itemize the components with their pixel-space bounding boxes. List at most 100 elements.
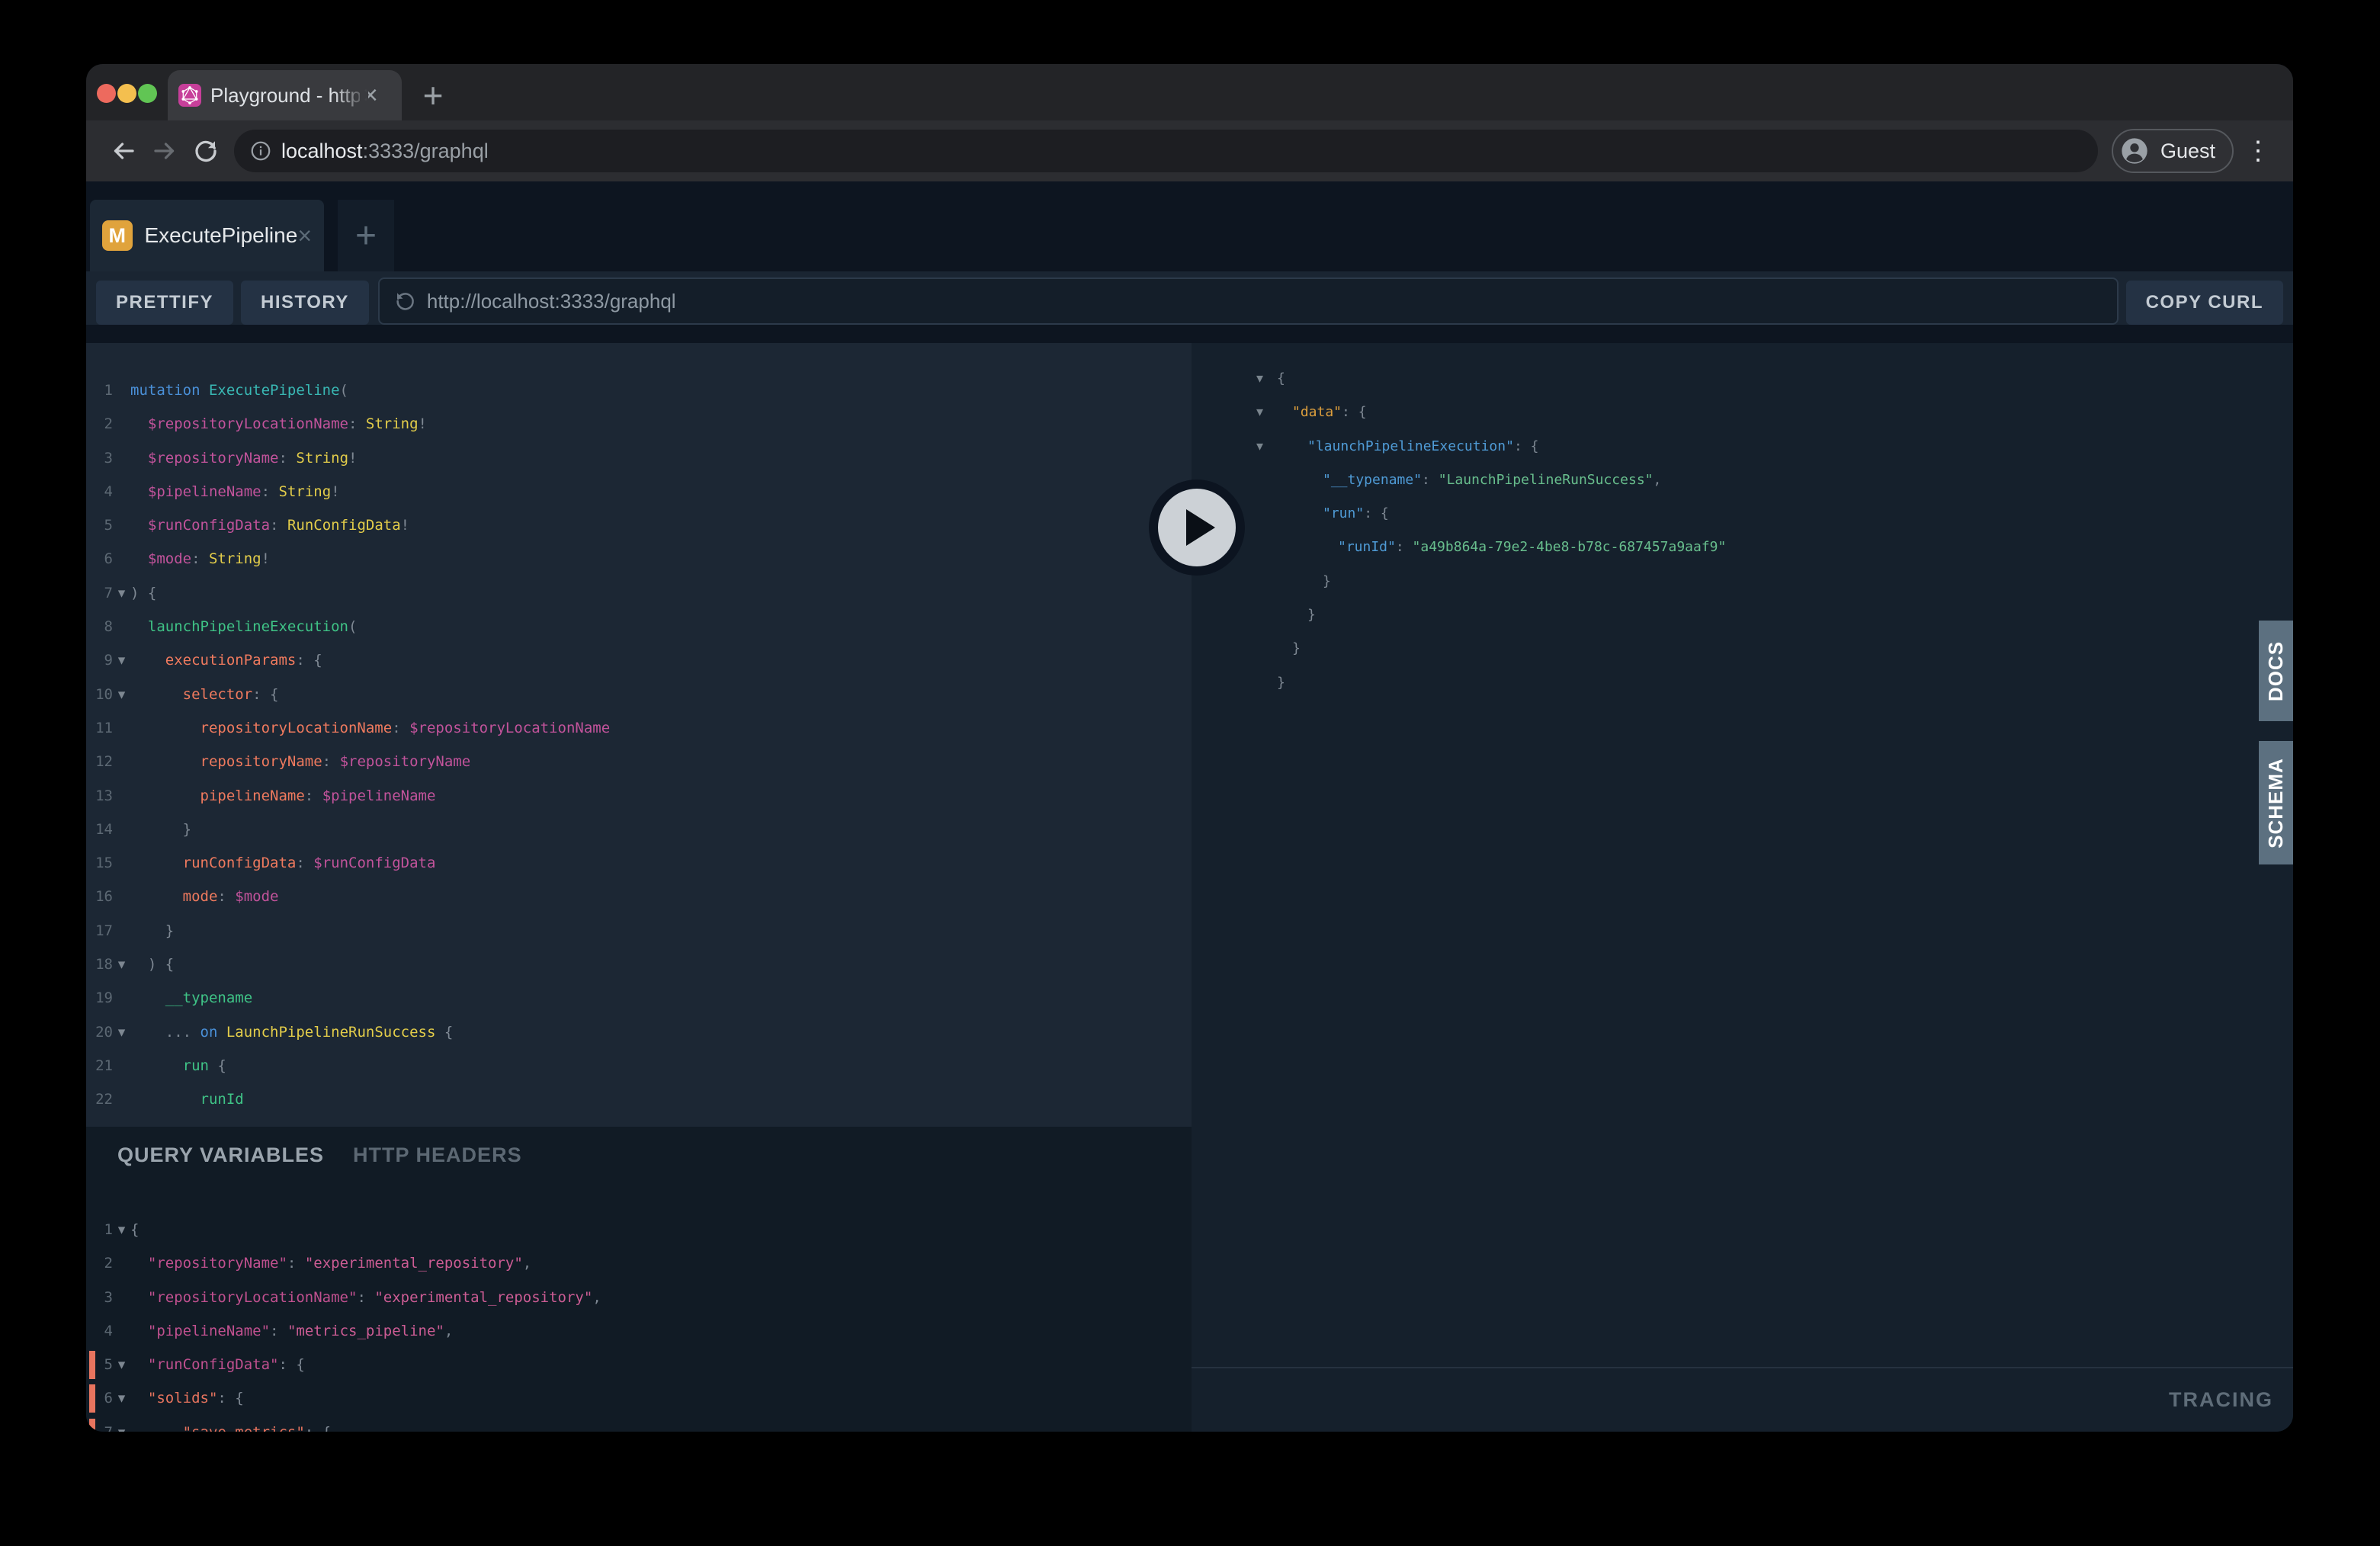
mutation-badge: M xyxy=(102,220,133,251)
query-code-line[interactable]: 20▾ ... on LaunchPipelineRunSuccess { xyxy=(86,1015,1192,1049)
code-token: ExecutePipeline xyxy=(209,382,340,399)
query-code-line[interactable]: 21 run { xyxy=(86,1049,1192,1083)
query-code-line[interactable]: 19 __typename xyxy=(86,981,1192,1015)
query-code-line[interactable]: 9▾ executionParams: { xyxy=(86,643,1192,677)
variables-code-line[interactable]: 6▾ "solids": { xyxy=(86,1381,1192,1415)
code-token: selector xyxy=(183,686,253,703)
code-line-text: ) { xyxy=(130,576,156,610)
browser-menu-icon[interactable]: ⋮ xyxy=(2240,136,2276,166)
response-json-row[interactable]: } xyxy=(1192,598,2293,632)
browser-tab[interactable]: Playground - http://localhost:3 × xyxy=(168,70,402,120)
variables-code-line[interactable]: 4 "pipelineName": "metrics_pipeline", xyxy=(86,1314,1192,1348)
browser-new-tab-button[interactable]: + xyxy=(409,73,457,117)
response-json-row[interactable]: "runId": "a49b864a-79e2-4be8-b78c-687457… xyxy=(1192,531,2293,564)
playground-tab-close-icon[interactable]: × xyxy=(297,222,312,250)
response-json-row[interactable]: ▾"launchPipelineExecution": { xyxy=(1192,430,2293,463)
profile-button[interactable]: Guest xyxy=(2112,129,2234,173)
query-variables-panel[interactable]: QUERY VARIABLES HTTP HEADERS 1▾{2 "repos… xyxy=(86,1127,1192,1432)
variables-code-line[interactable]: 1▾{ xyxy=(86,1213,1192,1246)
response-json-row[interactable]: "run": { xyxy=(1192,497,2293,531)
fold-arrow-icon[interactable]: ▾ xyxy=(113,576,130,610)
response-json-row[interactable]: } xyxy=(1192,632,2293,666)
variables-code-line[interactable]: 3 "repositoryLocationName": "experimenta… xyxy=(86,1281,1192,1314)
variables-code-line[interactable]: 7▾ "save_metrics": { xyxy=(86,1416,1192,1432)
query-code-line[interactable]: 13 pipelineName: $pipelineName xyxy=(86,779,1192,813)
schema-tab[interactable]: SCHEMA xyxy=(2259,741,2293,864)
query-code-line[interactable]: 16 mode: $mode xyxy=(86,880,1192,913)
code-token: "LaunchPipelineRunSuccess" xyxy=(1439,472,1653,488)
code-token: : { xyxy=(296,652,322,669)
query-code-line[interactable]: 10▾ selector: { xyxy=(86,678,1192,711)
error-marker xyxy=(89,1351,95,1379)
reload-icon[interactable] xyxy=(185,130,226,172)
variables-code-line[interactable]: 2 "repositoryName": "experimental_reposi… xyxy=(86,1246,1192,1280)
response-json-row[interactable]: } xyxy=(1192,565,2293,598)
query-code-line[interactable]: 2 $repositoryLocationName: String! xyxy=(86,407,1192,441)
response-json-row[interactable]: } xyxy=(1192,666,2293,700)
fold-arrow-icon[interactable]: ▾ xyxy=(113,1416,130,1432)
code-line-text: pipelineName: $pipelineName xyxy=(130,779,435,813)
playground-tab-executepipeline[interactable]: M ExecutePipeline × xyxy=(90,200,324,271)
window-minimize-button[interactable] xyxy=(117,84,136,103)
back-icon[interactable] xyxy=(103,130,144,172)
query-code-line[interactable]: 4 $pipelineName: String! xyxy=(86,475,1192,508)
fold-arrow-icon[interactable]: ▾ xyxy=(113,1348,130,1381)
tab-query-variables[interactable]: QUERY VARIABLES xyxy=(117,1143,324,1167)
response-panel[interactable]: ▾{▾"data": {▾"launchPipelineExecution": … xyxy=(1192,343,2293,1432)
response-json-row[interactable]: ▾"data": { xyxy=(1192,396,2293,429)
query-editor[interactable]: 1mutation ExecutePipeline(2 $repositoryL… xyxy=(86,343,1192,1127)
query-code-line[interactable]: 18▾ ) { xyxy=(86,948,1192,981)
fold-arrow-icon[interactable]: ▾ xyxy=(113,1381,130,1415)
query-code-line[interactable]: 14 } xyxy=(86,813,1192,846)
fold-arrow-icon[interactable]: ▾ xyxy=(113,643,130,677)
endpoint-input[interactable]: http://localhost:3333/graphql xyxy=(378,277,2119,325)
query-code-line[interactable]: 1mutation ExecutePipeline( xyxy=(86,374,1192,407)
response-json-row[interactable]: ▾{ xyxy=(1192,362,2293,396)
query-code-line[interactable]: 12 repositoryName: $repositoryName xyxy=(86,745,1192,778)
query-code-line[interactable]: 22 runId xyxy=(86,1083,1192,1116)
forward-icon[interactable] xyxy=(144,130,185,172)
response-json-row[interactable]: "__typename": "LaunchPipelineRunSuccess"… xyxy=(1192,463,2293,497)
query-code-line[interactable]: 7▾) { xyxy=(86,576,1192,610)
variables-code-line[interactable]: 5▾ "runConfigData": { xyxy=(86,1348,1192,1381)
code-token: mode xyxy=(183,888,218,905)
docs-tab[interactable]: DOCS xyxy=(2259,621,2293,721)
execute-button[interactable] xyxy=(1149,480,1245,576)
fold-arrow-icon[interactable]: ▾ xyxy=(113,1213,130,1246)
collapse-arrow-icon[interactable]: ▾ xyxy=(1256,396,1277,429)
query-code-line[interactable]: 6 $mode: String! xyxy=(86,542,1192,576)
playground-new-tab-button[interactable]: + xyxy=(338,200,394,271)
fold-arrow-icon[interactable]: ▾ xyxy=(113,948,130,981)
site-info-icon[interactable] xyxy=(249,140,272,162)
query-code-line[interactable]: 15 runConfigData: $runConfigData xyxy=(86,846,1192,880)
code-token: ! xyxy=(419,415,427,432)
collapse-arrow-icon[interactable]: ▾ xyxy=(1256,362,1277,396)
code-token: launchPipelineExecution xyxy=(148,618,348,635)
url-bar[interactable]: localhost:3333/graphql xyxy=(234,130,2098,172)
history-button[interactable]: HISTORY xyxy=(241,281,369,325)
fold-arrow-icon[interactable]: ▾ xyxy=(113,678,130,711)
window-close-button[interactable] xyxy=(97,84,116,103)
avatar-icon xyxy=(2119,136,2150,166)
query-code-line[interactable]: 5 $runConfigData: RunConfigData! xyxy=(86,508,1192,542)
code-token: } xyxy=(1292,640,1301,656)
query-code-line[interactable]: 3 $repositoryName: String! xyxy=(86,441,1192,475)
code-token: LaunchPipelineRunSuccess xyxy=(226,1024,436,1041)
variables-editor[interactable]: 1▾{2 "repositoryName": "experimental_rep… xyxy=(86,1199,1192,1432)
tracing-bar[interactable]: TRACING xyxy=(1192,1367,2293,1432)
fold-arrow-icon[interactable]: ▾ xyxy=(113,1015,130,1049)
prettify-button[interactable]: PRETTIFY xyxy=(96,281,233,325)
query-code-line[interactable]: 11 repositoryLocationName: $repositoryLo… xyxy=(86,711,1192,745)
line-number: 16 xyxy=(86,880,113,913)
copy-curl-button[interactable]: COPY CURL xyxy=(2126,281,2283,325)
query-code-line[interactable]: 17 } xyxy=(86,914,1192,948)
code-token: , xyxy=(444,1323,453,1339)
response-row-text: } xyxy=(1277,598,1316,632)
query-code-line[interactable]: 8 launchPipelineExecution( xyxy=(86,610,1192,643)
collapse-arrow-icon[interactable]: ▾ xyxy=(1256,430,1277,463)
tab-http-headers[interactable]: HTTP HEADERS xyxy=(353,1143,522,1167)
code-token: ( xyxy=(348,618,357,635)
line-number: 4 xyxy=(86,1314,113,1348)
query-code-line[interactable]: 23 } xyxy=(86,1117,1192,1127)
window-zoom-button[interactable] xyxy=(138,84,157,103)
